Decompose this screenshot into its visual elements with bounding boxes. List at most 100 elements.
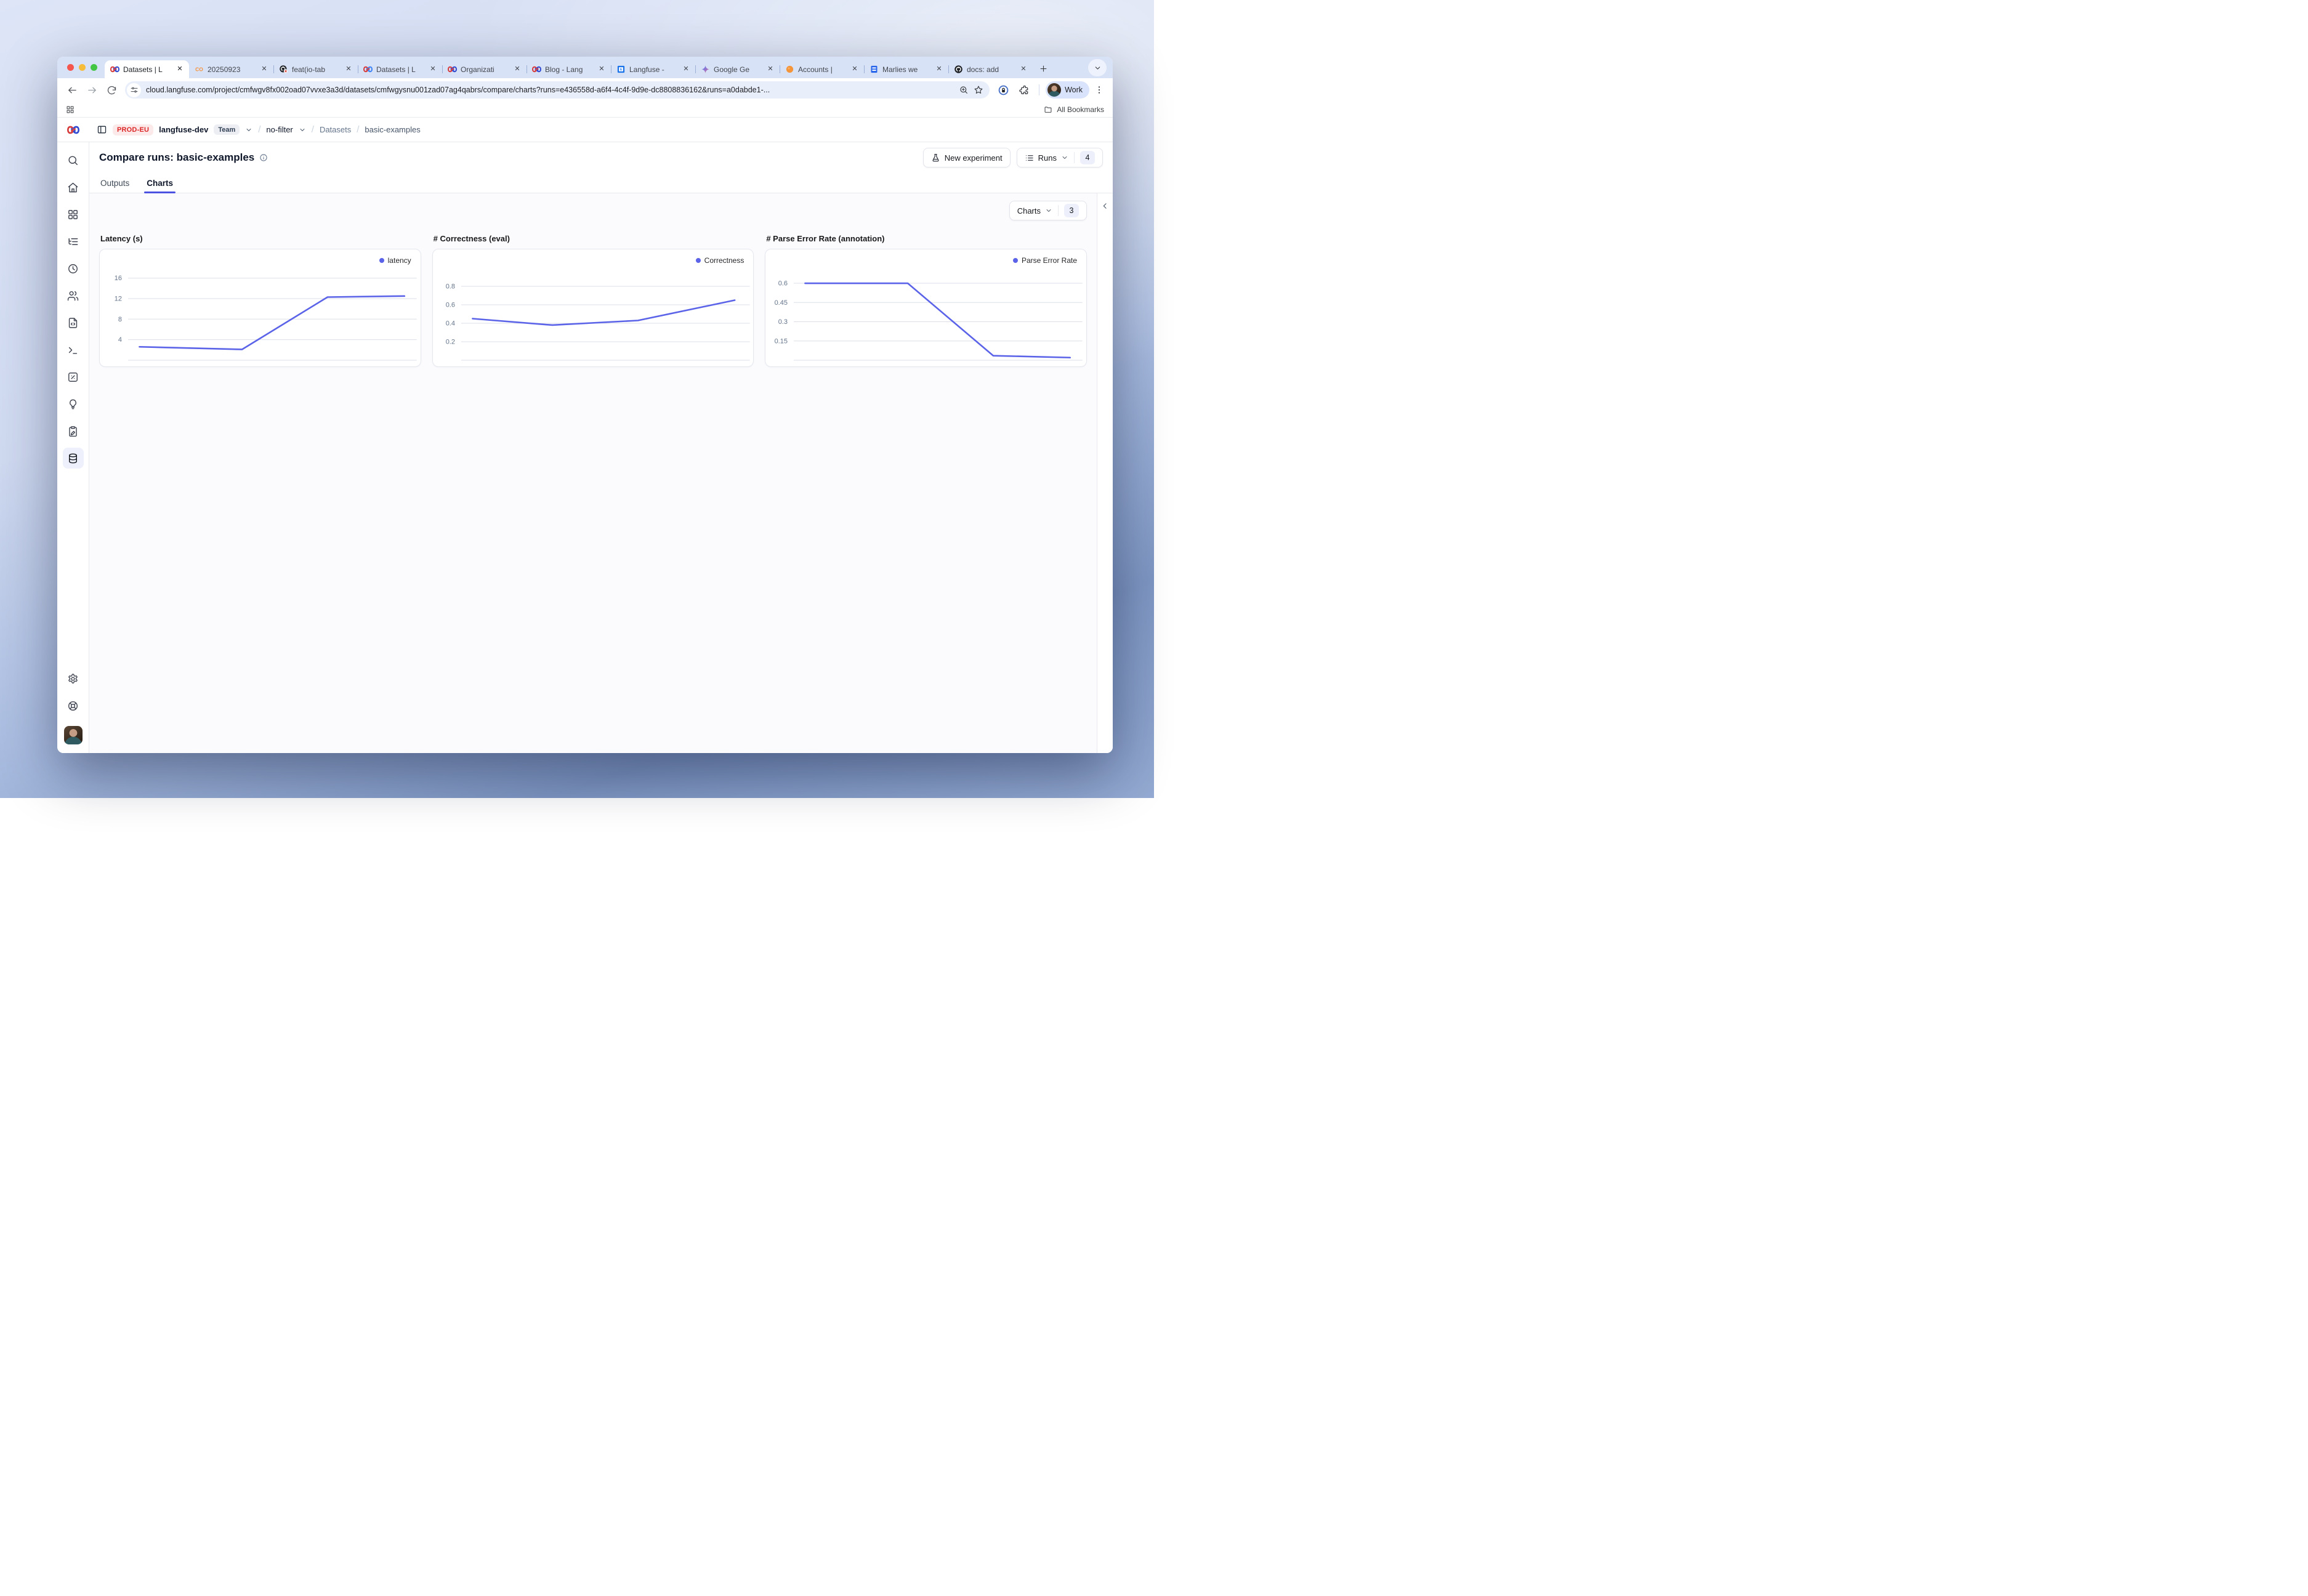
sidebar-item-sessions[interactable] [63, 258, 84, 279]
tab-close-icon[interactable]: ✕ [934, 65, 944, 75]
password-manager-icon[interactable] [998, 84, 1009, 96]
browser-tab-6[interactable]: Blog - Lang✕ [527, 60, 611, 78]
sidebar-item-users[interactable] [63, 285, 84, 306]
forward-button[interactable] [83, 81, 100, 99]
legend-dot-icon [696, 258, 701, 263]
new-tab-button[interactable] [1035, 60, 1051, 76]
browser-tab-2[interactable]: CO20250923✕ [189, 60, 273, 78]
svg-text:12: 12 [115, 296, 122, 303]
browser-tab-1[interactable]: Datasets | L ✕ [105, 60, 189, 78]
sidebar-item-dashboards[interactable] [63, 204, 84, 225]
breadcrumb-item[interactable]: basic-examples [365, 125, 420, 134]
sidebar-item-tracing[interactable] [63, 231, 84, 252]
browser-tab-3[interactable]: feat(io-tab✕ [273, 60, 358, 78]
project-switcher-chevron-icon[interactable] [299, 126, 306, 134]
sidebar-item-insights[interactable] [63, 393, 84, 414]
close-window-button[interactable] [67, 64, 74, 71]
tab-close-icon[interactable]: ✕ [681, 65, 691, 75]
site-settings-button[interactable] [127, 83, 141, 97]
minimize-window-button[interactable] [79, 64, 86, 71]
svg-text:0.45: 0.45 [775, 299, 788, 307]
new-experiment-button[interactable]: New experiment [923, 148, 1011, 167]
bookmark-star-icon[interactable] [974, 85, 983, 95]
extensions-icon[interactable] [1018, 84, 1030, 96]
sidebar-item-support[interactable] [63, 695, 84, 716]
page-title: Compare runs: basic-examples [99, 151, 254, 164]
search-icon [67, 155, 79, 166]
prompts-icon [67, 317, 79, 329]
breadcrumb-separator: / [357, 124, 359, 135]
apps-grid-icon[interactable] [66, 105, 75, 114]
breadcrumb-section[interactable]: Datasets [320, 125, 351, 134]
runs-selector-button[interactable]: Runs 4 [1017, 148, 1103, 167]
gcal-favicon: 6 [616, 65, 626, 74]
tab-charts[interactable]: Charts [145, 173, 174, 193]
bluedoc-favicon [870, 65, 879, 74]
profile-button[interactable]: Work [1046, 81, 1089, 99]
zoom-icon[interactable] [959, 85, 969, 95]
tab-close-icon[interactable]: ✕ [512, 65, 522, 75]
browser-tab-10[interactable]: Marlies we ✕ [864, 60, 948, 78]
user-avatar[interactable] [64, 726, 83, 744]
sidebar-item-evaluations[interactable] [63, 366, 84, 387]
sidebar-item-settings[interactable] [63, 668, 84, 689]
svg-text:16: 16 [115, 275, 122, 282]
all-bookmarks-button[interactable]: All Bookmarks [1044, 105, 1104, 114]
gemini-favicon [701, 65, 710, 74]
maximize-window-button[interactable] [91, 64, 97, 71]
back-button[interactable] [63, 81, 81, 99]
address-bar[interactable]: cloud.langfuse.com/project/cmfwgv8fx002o… [125, 81, 990, 99]
charts-selector-button[interactable]: Charts 3 [1009, 201, 1087, 220]
chart-title: # Parse Error Rate (annotation) [766, 234, 1087, 243]
browser-tab-5[interactable]: Organizati✕ [442, 60, 527, 78]
sidebar-item-annotation-queues[interactable] [63, 421, 84, 441]
charts-dropdown-label: Charts [1017, 206, 1041, 216]
browser-tab-7[interactable]: 6Langfuse -✕ [611, 60, 695, 78]
tab-outputs[interactable]: Outputs [99, 173, 131, 193]
reload-button[interactable] [103, 81, 120, 99]
project-name[interactable]: no-filter [266, 125, 293, 134]
settings-icon [67, 673, 79, 685]
tab-title: Marlies we [882, 65, 930, 74]
tab-close-icon[interactable]: ✕ [428, 65, 438, 75]
org-plan-badge: Team [214, 124, 240, 135]
app-logo[interactable] [57, 118, 89, 142]
browser-tab-11[interactable]: docs: add ✕ [948, 60, 1033, 78]
sidebar-item-playground[interactable] [63, 339, 84, 360]
tab-close-icon[interactable]: ✕ [259, 65, 269, 75]
support-icon [67, 700, 79, 712]
chart-title: Latency (s) [100, 234, 421, 243]
tab-close-icon[interactable]: ✕ [765, 65, 775, 75]
sidebar-item-home[interactable] [63, 177, 84, 198]
org-switcher-chevron-icon[interactable] [245, 126, 252, 134]
collapse-panel-icon[interactable] [1101, 202, 1109, 210]
browser-tab-9[interactable]: Accounts |✕ [780, 60, 864, 78]
chart-legend: latency [379, 256, 411, 265]
svg-text:0.6: 0.6 [445, 302, 454, 309]
org-name[interactable]: langfuse-dev [159, 125, 208, 134]
svg-text:0.2: 0.2 [445, 338, 454, 345]
tab-close-icon[interactable]: ✕ [1019, 65, 1028, 75]
list-icon [1025, 153, 1034, 163]
sidebar-toggle-icon[interactable] [97, 124, 107, 135]
tab-title: docs: add [967, 65, 1015, 74]
tab-close-icon[interactable]: ✕ [175, 65, 185, 75]
sidebar-item-prompts[interactable] [63, 312, 84, 333]
tab-close-icon[interactable]: ✕ [850, 65, 860, 75]
tab-close-icon[interactable]: ✕ [597, 65, 607, 75]
langfuse-favicon [532, 65, 541, 74]
info-icon[interactable] [259, 153, 268, 162]
sidebar-item-datasets[interactable] [63, 448, 84, 469]
tab-title: Datasets | L [123, 65, 171, 74]
app-body: Compare runs: basic-examples New experim… [57, 142, 1113, 753]
chart-title: # Correctness (eval) [434, 234, 754, 243]
browser-menu-button[interactable] [1092, 83, 1107, 97]
browser-tab-8[interactable]: Google Ge✕ [695, 60, 780, 78]
chart-legend: Correctness [696, 256, 744, 265]
tab-search-button[interactable] [1088, 59, 1107, 76]
svg-text:6: 6 [620, 68, 622, 72]
browser-tab-4[interactable]: Datasets | L✕ [358, 60, 442, 78]
sidebar-item-search[interactable] [63, 150, 84, 171]
tab-close-icon[interactable]: ✕ [344, 65, 353, 75]
url-text[interactable]: cloud.langfuse.com/project/cmfwgv8fx002o… [146, 86, 954, 94]
